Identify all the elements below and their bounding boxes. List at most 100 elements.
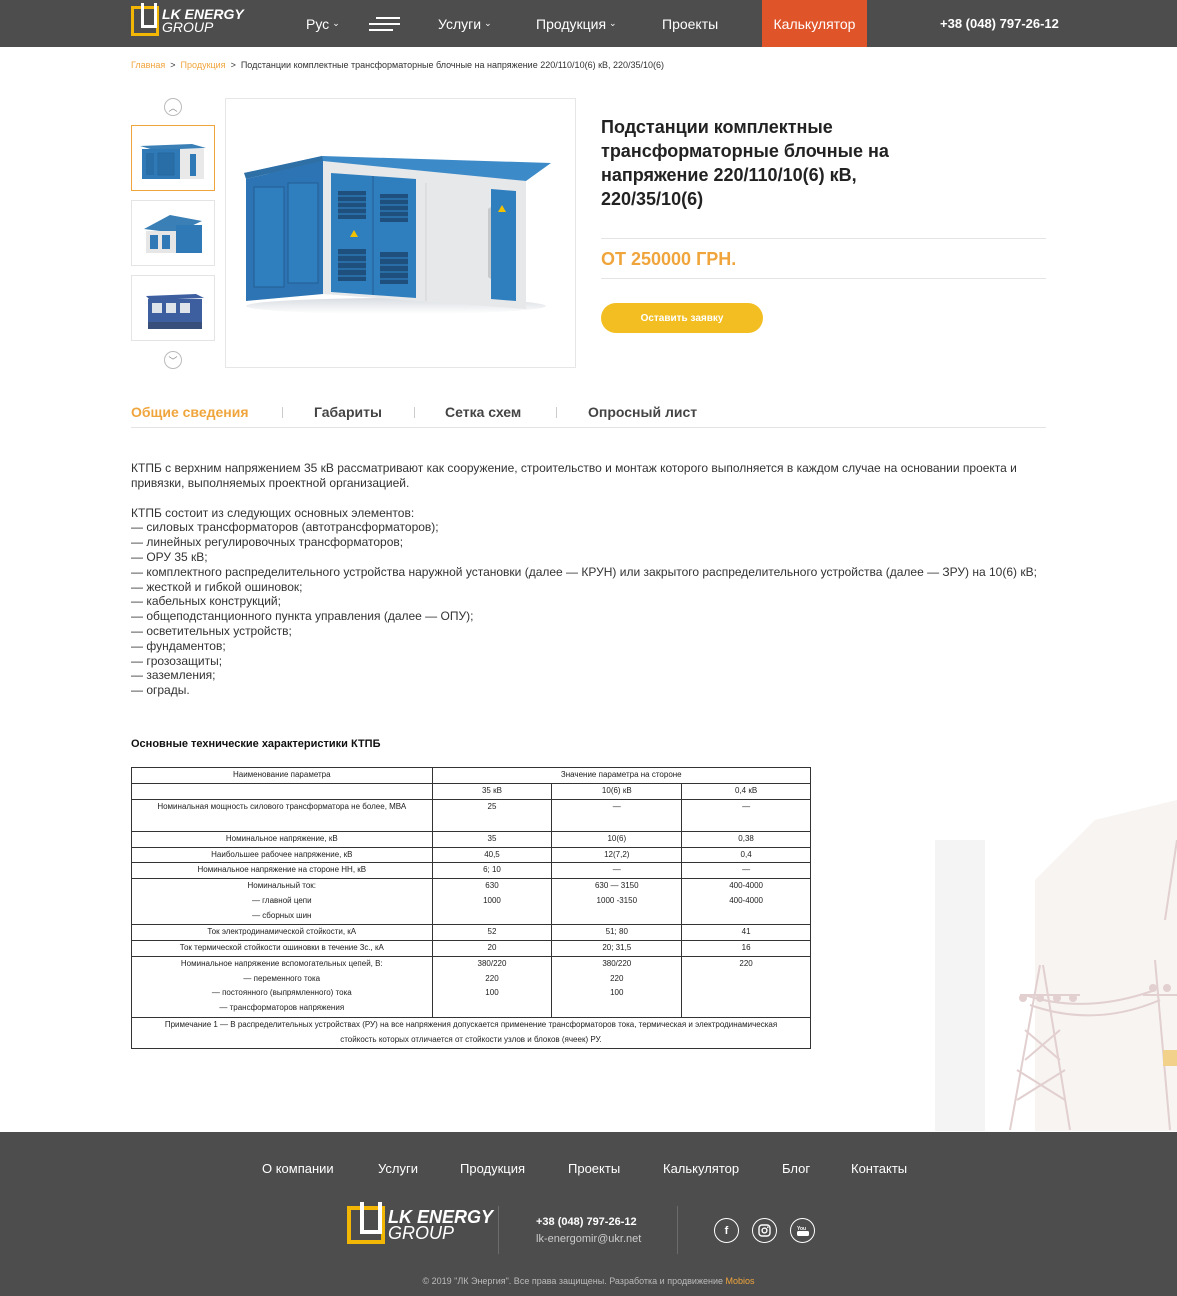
breadcrumb-separator: > — [230, 60, 236, 70]
footer-link-calculator[interactable]: Калькулятор — [663, 1161, 739, 1176]
list-item: — осветительных устройств; — [131, 623, 292, 638]
table-cell: 16 — [681, 939, 811, 957]
tab-separator — [414, 407, 415, 418]
chevron-up-icon: ︿ — [168, 102, 178, 113]
facebook-icon[interactable]: f — [714, 1218, 739, 1243]
nav-products-label: Продукция — [536, 15, 607, 32]
table-cell — [131, 783, 433, 800]
copyright-text: © 2019 "ЛК Энергия". Все права защищены.… — [422, 1276, 723, 1286]
table-cell: 51; 80 — [551, 924, 683, 941]
lang-switcher[interactable]: Рус ⌄ — [306, 0, 340, 47]
site-header: LK ENERGY GROUP Рус ⌄ Услуги ⌄ Продукция ⌄ … — [0, 0, 1177, 47]
list-item: — кабельных конструкций; — [131, 594, 281, 609]
header-phone[interactable]: +38 (048) 797-26-12 — [940, 16, 1059, 31]
elements-list: — силовых трансформаторов (автотрансформ… — [131, 520, 1046, 698]
description-intro: КТПБ с верхним напряжением 35 кВ рассмат… — [131, 461, 1017, 490]
table-row: Номинальное напряжение вспомогательных ц… — [131, 955, 811, 1018]
logo-icon — [347, 1202, 385, 1244]
list-item: — жесткой и гибкой ошиновок; — [131, 579, 303, 594]
table-cell: 10(6) — [551, 830, 683, 848]
product-description: КТПБ с верхним напряжением 35 кВ рассмат… — [131, 461, 1046, 698]
footer-link-services[interactable]: Услуги — [378, 1161, 418, 1176]
nav-projects-label: Проекты — [662, 15, 719, 32]
table-header: 0,4 кВ — [681, 783, 811, 800]
product-tabs: Общие сведения Габариты Сетка схем Опрос… — [131, 404, 1046, 428]
table-cell: 380/220 220 100 — [431, 955, 553, 1018]
substation-image — [244, 156, 551, 314]
table-cell: 0,38 — [681, 830, 811, 848]
footer-link-about[interactable]: О компании — [262, 1161, 334, 1176]
list-item: — силовых трансформаторов (автотрансформ… — [131, 520, 439, 535]
breadcrumb-products[interactable]: Продукция — [181, 60, 226, 70]
menu-icon[interactable] — [369, 17, 400, 31]
tab-dimensions[interactable]: Габариты — [314, 404, 382, 420]
table-header: Значение параметра на стороне — [431, 767, 812, 784]
gallery-down-button[interactable]: ﹀ — [164, 351, 182, 369]
site-footer: О компании Услуги Продукция Проекты Каль… — [0, 1132, 1177, 1296]
table-cell: — — [681, 798, 811, 832]
youtube-icon[interactable]: You — [790, 1218, 815, 1243]
tab-schemes[interactable]: Сетка схем — [445, 404, 521, 420]
divider — [601, 238, 1046, 239]
gallery-thumb[interactable] — [131, 200, 215, 266]
tab-questionnaire[interactable]: Опросный лист — [588, 404, 697, 420]
gallery-thumb[interactable] — [131, 125, 215, 191]
breadcrumb-current: Подстанции комплектные трансформаторные … — [240, 60, 665, 70]
divider — [601, 278, 1046, 279]
list-item: — комплектного распределительного устрой… — [131, 564, 1037, 579]
list-item: — грозозащиты; — [131, 653, 223, 668]
substation-image — [144, 215, 202, 253]
nav-products[interactable]: Продукция ⌄ — [536, 0, 617, 47]
table-cell: — — [551, 862, 683, 880]
table-cell: 35 — [431, 830, 553, 848]
param-name: Ток электродинамической стойкости, кА — [131, 924, 433, 941]
breadcrumb: Главная > Продукция > Подстанции комплектные… — [131, 60, 664, 70]
copyright: © 2019 "ЛК Энергия". Все права защищены.… — [0, 1276, 1177, 1286]
param-name: Номинальный ток: — главной цепи — сборны… — [131, 878, 433, 926]
table-header: Наименование параметра — [131, 767, 433, 784]
product-main-image[interactable] — [225, 98, 576, 368]
table-cell: 20 — [431, 939, 553, 957]
table-cell: — — [551, 798, 683, 832]
breadcrumb-separator: > — [170, 60, 176, 70]
specs-title: Основные технические характеристики КТПБ — [131, 738, 381, 750]
divider — [677, 1206, 678, 1254]
logo-icon — [131, 3, 159, 36]
table-row: Ток термической стойкости ошиновки в теч… — [131, 939, 811, 957]
calculator-button[interactable]: Калькулятор — [762, 0, 867, 47]
nav-services[interactable]: Услуги ⌄ — [438, 0, 492, 47]
substation-image — [140, 144, 206, 179]
footer-link-blog[interactable]: Блог — [782, 1161, 810, 1176]
list-item: — ограды. — [131, 683, 190, 698]
lang-label: Рус — [306, 15, 330, 32]
header-logo[interactable]: LK ENERGY GROUP — [131, 3, 244, 36]
footer-phone[interactable]: +38 (048) 797-26-12 — [536, 1216, 637, 1228]
product-title: Подстанции комплектные трансформаторные … — [601, 117, 889, 209]
tab-general[interactable]: Общие сведения — [131, 404, 249, 420]
logo-text-bottom: GROUP — [388, 1222, 455, 1243]
order-button[interactable]: Оставить заявку — [601, 303, 763, 333]
table-cell: 12(7,2) — [551, 846, 683, 864]
footer-link-projects[interactable]: Проекты — [568, 1161, 620, 1176]
list-item: — линейных регулировочных трансформаторо… — [131, 535, 404, 550]
footer-link-contacts[interactable]: Контакты — [851, 1161, 907, 1176]
gallery-up-button[interactable]: ︿ — [164, 98, 182, 116]
footer-link-products[interactable]: Продукция — [460, 1161, 525, 1176]
table-row: Номинальный ток: — главной цепи — сборны… — [131, 878, 811, 926]
table-cell: 630 — 3150 1000 -3150 — [551, 878, 683, 926]
breadcrumb-home[interactable]: Главная — [131, 60, 165, 70]
logo-text-bottom: GROUP — [162, 19, 214, 35]
chevron-down-icon: ⌄ — [609, 18, 617, 28]
footer-logo[interactable]: LK ENERGY GROUP — [347, 1202, 493, 1244]
table-row: Номинальное напряжение на стороне НН, кВ… — [131, 862, 811, 880]
instagram-icon[interactable] — [752, 1218, 777, 1243]
nav-projects[interactable]: Проекты — [662, 0, 718, 47]
footer-email[interactable]: lk-energomir@ukr.net — [536, 1233, 641, 1245]
description-list-title: КТПБ состоит из следующих основных элеме… — [131, 505, 415, 520]
developer-link[interactable]: Mobios — [726, 1276, 755, 1286]
table-row: Примечание 1 — В распределительных устро… — [131, 1016, 811, 1049]
gallery-thumb[interactable] — [131, 275, 215, 341]
table-row: Наибольшее рабочее напряжение, кВ 40,5 1… — [131, 846, 811, 864]
table-cell: 220 — [681, 955, 811, 1018]
table-cell: 380/220 220 100 — [551, 955, 683, 1018]
